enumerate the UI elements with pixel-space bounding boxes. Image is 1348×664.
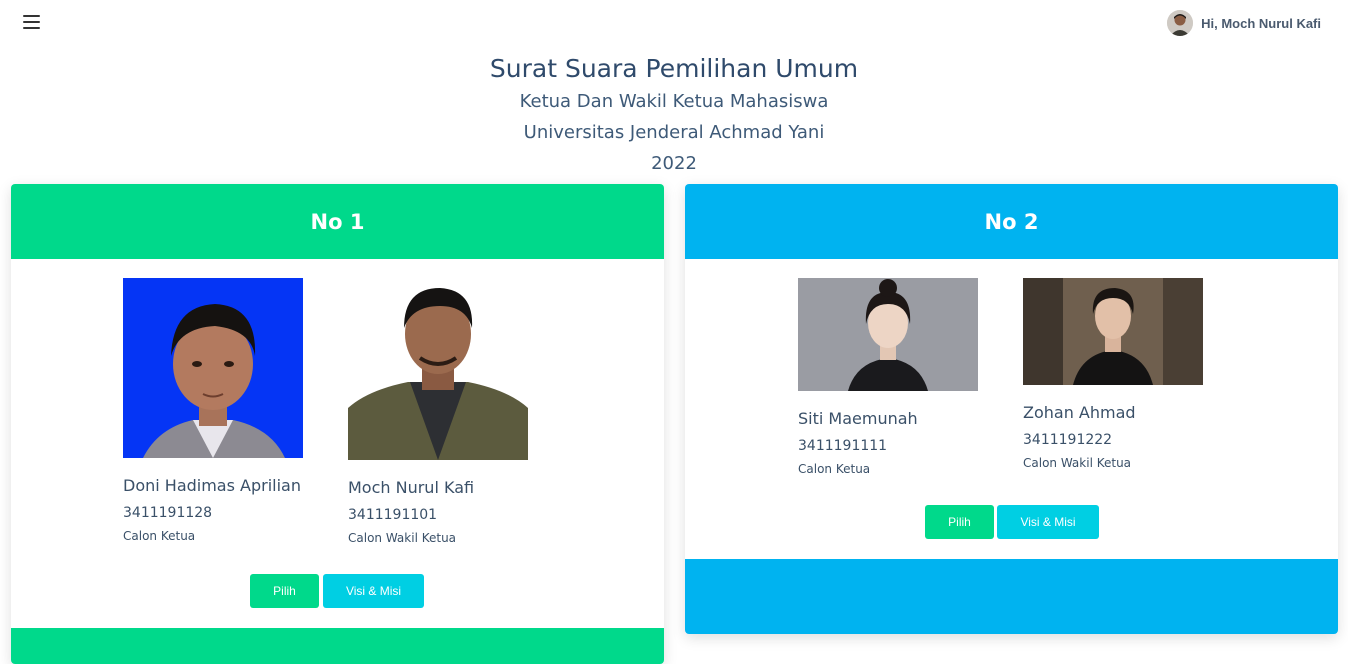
candidate-nim: 3411191222 (1023, 432, 1113, 448)
vote-button[interactable]: Pilih (925, 505, 994, 539)
vision-mission-button[interactable]: Visi & Misi (997, 505, 1099, 539)
card-footer (685, 559, 1338, 634)
page-title: Surat Suara Pemilihan Umum (489, 54, 859, 83)
vision-mission-button[interactable]: Visi & Misi (323, 574, 424, 608)
candidate-role: Calon Wakil Ketua (1023, 456, 1132, 470)
candidate-nim: 3411191101 (348, 507, 438, 523)
candidate-photo (123, 278, 303, 458)
candidate-number: No 2 (984, 209, 1039, 234)
candidate-vice: Zohan Ahmad 3411191222 Calon Wakil Ketua (1023, 278, 1203, 473)
candidate-vice: Moch Nurul Kafi 3411191101 Calon Wakil K… (348, 278, 528, 548)
candidate-photo (1023, 278, 1203, 385)
candidate-nim: 3411191111 (798, 438, 888, 454)
vote-button[interactable]: Pilih (250, 574, 319, 608)
candidate-name: Doni Hadimas Aprilian (123, 476, 301, 495)
card-footer (11, 628, 664, 664)
card-header: No 1 (11, 184, 664, 259)
menu-icon[interactable] (23, 15, 40, 30)
user-menu[interactable]: Hi, Moch Nurul Kafi (1167, 9, 1321, 37)
candidate-name: Zohan Ahmad (1023, 403, 1136, 422)
ballot-heading: Surat Suara Pemilihan Umum Ketua Dan Wak… (0, 52, 1348, 179)
user-avatar (1167, 10, 1194, 36)
user-greeting: Hi, Moch Nurul Kafi (1201, 15, 1321, 31)
top-navbar: Hi, Moch Nurul Kafi (0, 0, 1348, 48)
candidate-chair: Siti Maemunah 3411191111 Calon Ketua (798, 278, 978, 479)
candidate-role: Calon Ketua (123, 529, 196, 543)
card-header: No 2 (685, 184, 1338, 259)
subtitle-position: Ketua Dan Wakil Ketua Mahasiswa (519, 91, 829, 112)
candidate-name: Moch Nurul Kafi (348, 478, 475, 497)
subtitle-university: Universitas Jenderal Achmad Yani (523, 122, 825, 143)
candidate-card-1: No 1 Doni Hadimas Aprilian 3411191128 Ca… (11, 184, 664, 664)
candidate-number: No 1 (310, 209, 365, 234)
candidate-role: Calon Ketua (798, 462, 871, 476)
subtitle-year: 2022 (651, 153, 697, 174)
candidate-card-2: No 2 Siti Maemunah 3411191111 Calon Ketu… (685, 184, 1338, 634)
candidate-role: Calon Wakil Ketua (348, 531, 457, 545)
candidate-photo (348, 278, 528, 460)
candidate-photo (798, 278, 978, 391)
candidate-name: Siti Maemunah (798, 409, 918, 428)
candidate-nim: 3411191128 (123, 505, 213, 521)
candidate-chair: Doni Hadimas Aprilian 3411191128 Calon K… (123, 278, 303, 546)
